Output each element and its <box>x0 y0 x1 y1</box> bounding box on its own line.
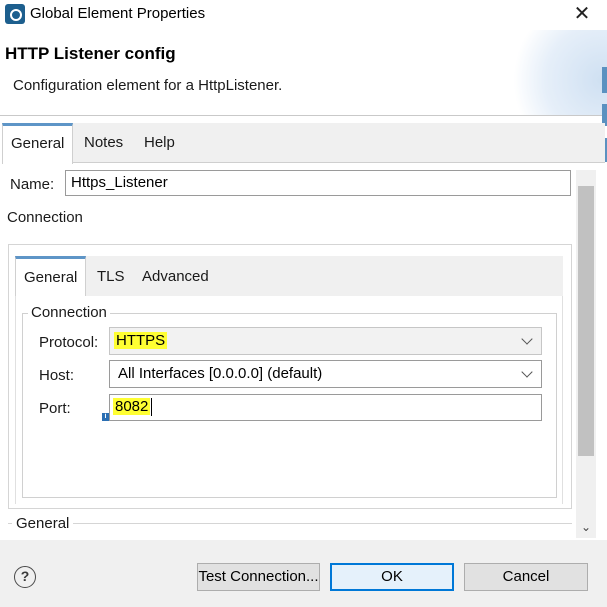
protocol-select[interactable]: HTTPS <box>109 327 542 355</box>
connection-tab-bar: General TLS Advanced <box>15 256 563 297</box>
port-label: Port: <box>39 400 71 417</box>
main-tab-bar: General Notes Help <box>2 123 605 164</box>
host-label: Host: <box>39 367 75 384</box>
tab-connection-general[interactable]: General <box>15 256 87 297</box>
help-icon[interactable]: ? <box>14 566 36 588</box>
info-icon: i <box>102 413 109 421</box>
text-caret <box>151 398 153 417</box>
dialog-title: HTTP Listener config <box>5 44 176 63</box>
background-window-edge <box>602 67 607 93</box>
tab-general[interactable]: General <box>2 123 74 164</box>
close-button[interactable]: ✕ <box>566 0 598 28</box>
tab-notes[interactable]: Notes <box>76 123 131 163</box>
dialog-header: HTTP Listener config Configuration eleme… <box>0 30 607 116</box>
dialog-description: Configuration element for a HttpListener… <box>13 77 283 94</box>
chevron-down-icon <box>521 328 535 354</box>
scrollbar-thumb[interactable] <box>578 186 594 456</box>
tab-advanced[interactable]: Advanced <box>134 256 217 296</box>
host-select[interactable]: All Interfaces [0.0.0.0] (default) <box>109 360 542 388</box>
cancel-button[interactable]: Cancel <box>464 563 588 591</box>
name-field[interactable]: Https_Listener <box>65 170 571 196</box>
header-decoration <box>497 30 607 115</box>
protocol-label: Protocol: <box>39 334 99 351</box>
port-value: 8082 <box>113 398 151 415</box>
connection-section-label: Connection <box>7 209 83 226</box>
protocol-value: HTTPS <box>114 332 168 349</box>
port-field[interactable]: 8082 <box>109 394 542 421</box>
window-title: Global Element Properties <box>30 5 206 22</box>
chevron-down-icon <box>521 361 535 387</box>
ok-button[interactable]: OK <box>330 563 454 591</box>
app-icon <box>5 4 25 24</box>
title-bar: Global Element Properties ✕ <box>0 0 607 30</box>
host-value: All Interfaces [0.0.0.0] (default) <box>118 365 323 382</box>
connection-legend: Connection <box>28 304 110 321</box>
scroll-down-icon[interactable]: ⌄ <box>576 518 596 536</box>
tab-tls[interactable]: TLS <box>89 256 133 296</box>
name-label: Name: <box>10 176 55 193</box>
test-connection-button[interactable]: Test Connection... <box>197 563 320 591</box>
tab-help[interactable]: Help <box>136 123 183 163</box>
general-section-label: General <box>12 515 74 532</box>
